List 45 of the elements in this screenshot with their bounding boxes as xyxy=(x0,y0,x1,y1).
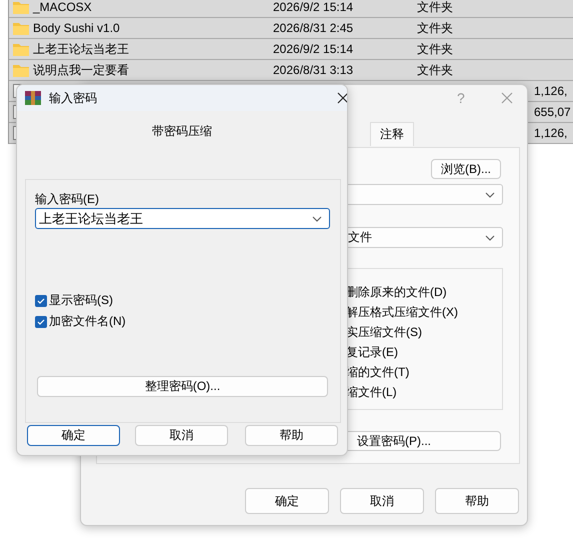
dialog-button[interactable]: 确定 xyxy=(27,425,120,446)
file-name: _MACOSX xyxy=(33,0,92,14)
folder-icon xyxy=(13,0,29,14)
modified-date: 2026/9/2 15:14 xyxy=(273,42,354,56)
dialog-button[interactable]: 取消 xyxy=(340,488,424,514)
dialog-button[interactable]: 取消 xyxy=(135,425,228,446)
chevron-down-icon[interactable] xyxy=(312,216,322,222)
file-row[interactable]: 上老王论坛当老王 2026/9/2 15:14 文件夹 xyxy=(9,39,573,60)
dialog-heading: 带密码压缩 xyxy=(151,123,213,140)
modified-date: 2026/8/31 2:45 xyxy=(273,21,354,35)
file-size: 1,126, xyxy=(534,126,568,140)
folder-icon xyxy=(13,63,29,77)
modified-date: 2026/8/31 3:13 xyxy=(273,63,354,77)
file-type: 文件夹 xyxy=(417,62,453,78)
checkbox[interactable]: 加密文件名(N) xyxy=(35,313,126,330)
file-type: 文件夹 xyxy=(417,0,453,16)
tab[interactable]: 注释 xyxy=(370,122,414,146)
checkmark-icon xyxy=(37,318,45,324)
file-row[interactable]: Body Sushi v1.0 2026/8/31 2:45 文件夹 xyxy=(9,18,573,39)
file-type: 文件夹 xyxy=(417,20,453,36)
folder-icon xyxy=(13,42,29,56)
file-row[interactable]: 说明点我一定要看 2026/8/31 3:13 文件夹 xyxy=(9,60,573,81)
close-icon[interactable] xyxy=(337,92,347,104)
app-icon xyxy=(25,91,41,105)
file-row[interactable]: _MACOSX 2026/9/2 15:14 文件夹 xyxy=(9,0,573,18)
modified-date: 2026/9/2 15:14 xyxy=(273,0,354,14)
chevron-down-icon[interactable] xyxy=(485,235,495,241)
file-type: 文件夹 xyxy=(417,40,453,58)
chevron-down-icon[interactable] xyxy=(485,192,495,198)
file-name: 说明点我一定要看 xyxy=(33,62,129,78)
file-name: Body Sushi v1.0 xyxy=(33,21,120,35)
file-size: 1,126, xyxy=(534,84,568,98)
dialog-button[interactable]: 帮助 xyxy=(435,488,519,514)
window-title: 输入密码 xyxy=(49,90,97,106)
checkmark-icon xyxy=(37,298,45,304)
browse-button[interactable]: 浏览(B)... xyxy=(431,159,501,179)
folder-icon xyxy=(13,21,29,35)
file-name: 上老王论坛当老王 xyxy=(33,40,129,58)
dialog-button[interactable]: 帮助 xyxy=(245,425,338,446)
password-label: 输入密码(E) xyxy=(35,191,99,208)
dialog-button[interactable]: 确定 xyxy=(245,488,329,514)
checkbox[interactable]: 显示密码(S) xyxy=(35,292,113,309)
organize-passwords-button[interactable]: 整理密码(O)... xyxy=(37,376,328,397)
password-field[interactable]: 上老王论坛当老王 xyxy=(35,208,330,229)
file-size: 655,07 xyxy=(534,105,571,119)
